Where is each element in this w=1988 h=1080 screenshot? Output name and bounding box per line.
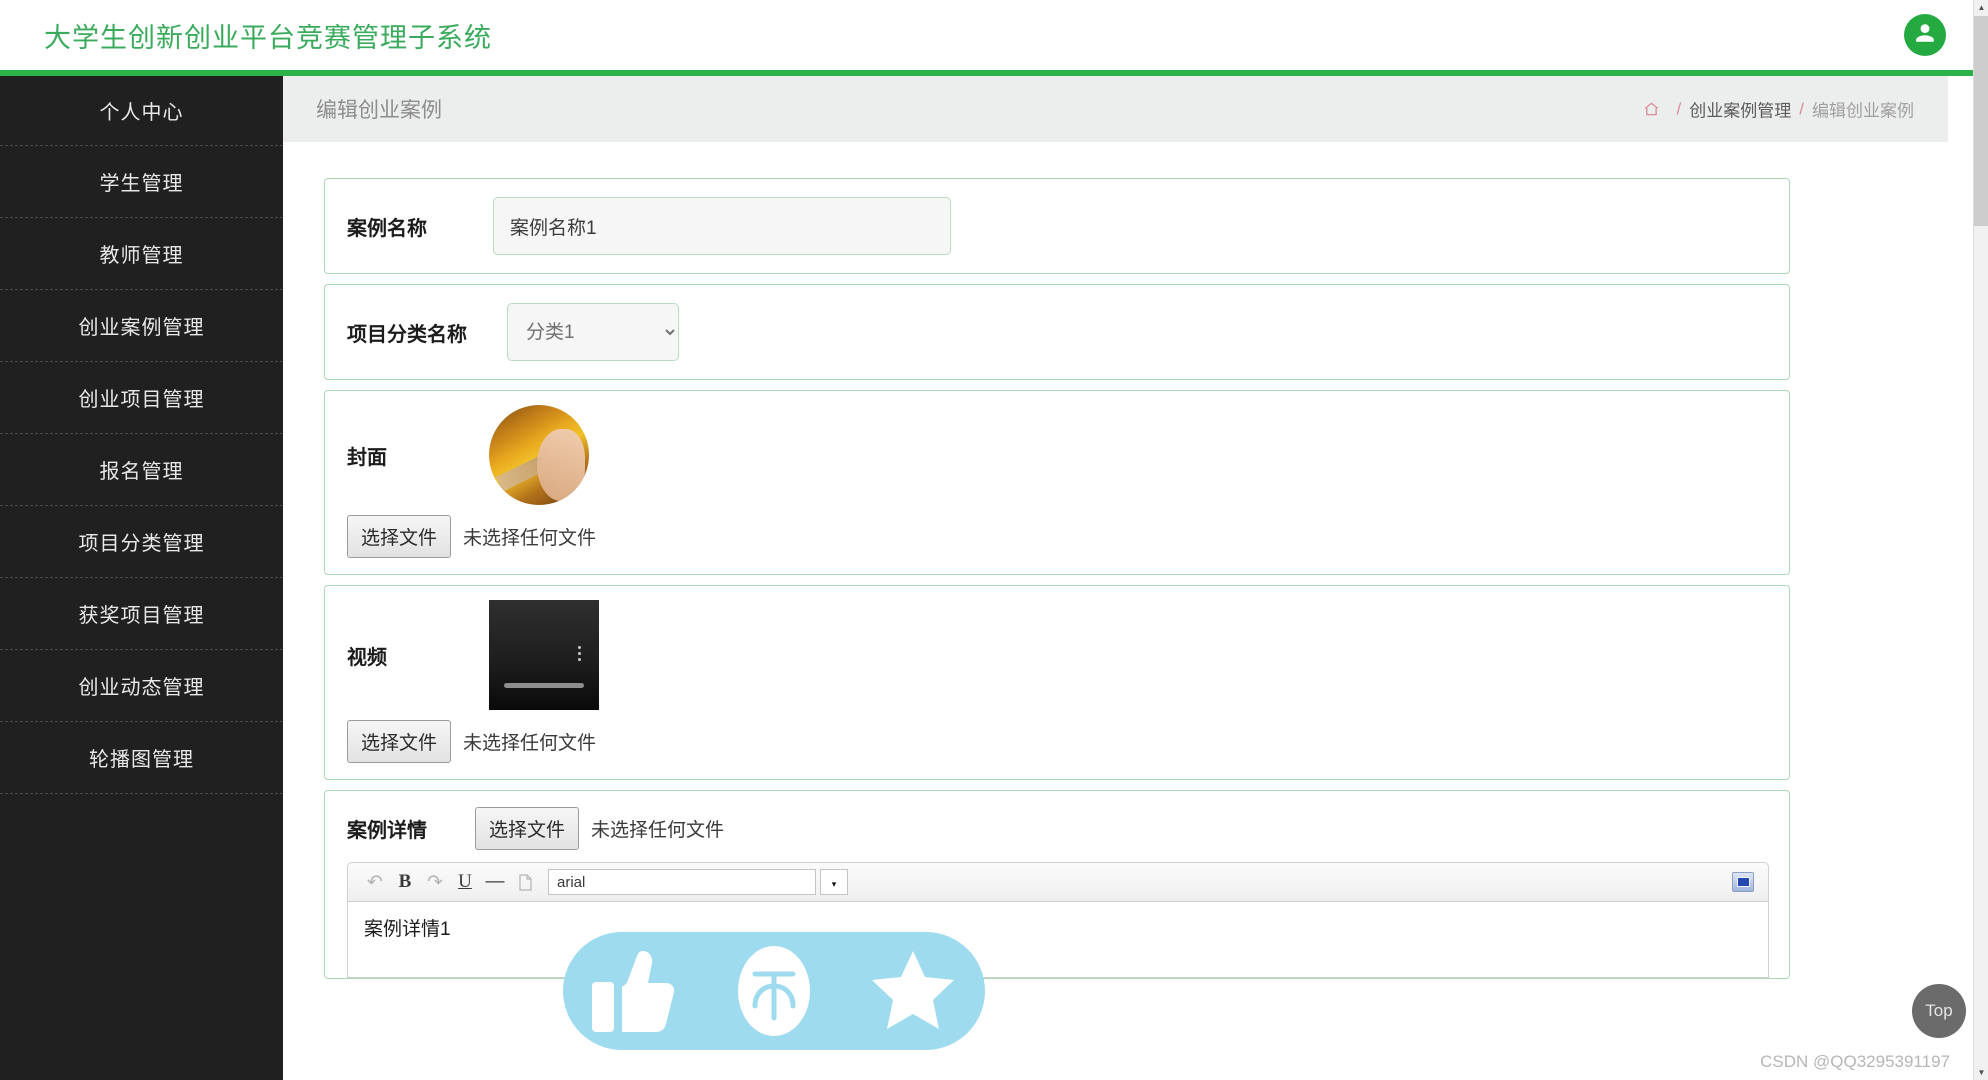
redo-icon[interactable]: ↷: [420, 868, 450, 896]
field-row-cover: 封面 选择文件 未选择任何文件: [324, 390, 1790, 575]
scrollbar-thumb[interactable]: [1974, 16, 1988, 226]
strikethrough-icon[interactable]: —: [480, 868, 510, 896]
main-content: 编辑创业案例 / 创业案例管理 / 编辑创业案例 案例名称 项目分类名称 分类1: [283, 76, 1988, 1080]
detail-choose-file-button[interactable]: 选择文件: [475, 807, 580, 850]
underline-icon[interactable]: U: [450, 868, 480, 896]
field-row-detail: 案例详情 选择文件 未选择任何文件 ↶ B ↷ U — arial ▾ 案例详情…: [324, 790, 1790, 979]
category-select[interactable]: 分类1: [507, 303, 679, 361]
breadcrumb-separator-2: /: [1799, 99, 1804, 118]
field-row-category: 项目分类名称 分类1: [324, 284, 1790, 380]
editor-toolbar: ↶ B ↷ U — arial ▾: [347, 862, 1769, 902]
star-icon[interactable]: [870, 949, 956, 1033]
editor-content[interactable]: 案例详情1: [347, 902, 1769, 978]
page-title: 编辑创业案例: [316, 99, 442, 122]
video-choose-file-button[interactable]: 选择文件: [347, 720, 452, 763]
video-label: 视频: [347, 646, 387, 669]
breadcrumb-parent[interactable]: 创业案例管理: [1689, 97, 1791, 122]
field-row-case-name: 案例名称: [324, 178, 1790, 274]
font-size-select[interactable]: ▾: [820, 869, 848, 895]
breadcrumb: / 创业案例管理 / 编辑创业案例: [1643, 97, 1914, 122]
sidebar-item-registration-management[interactable]: 报名管理: [0, 434, 283, 506]
sidebar-item-label: 报名管理: [99, 461, 184, 483]
scrollbar-up-arrow[interactable]: ▲: [1974, 0, 1988, 15]
home-icon[interactable]: [1643, 101, 1660, 118]
cover-choose-file-button[interactable]: 选择文件: [347, 515, 452, 558]
coin-reward-icon[interactable]: [736, 944, 812, 1038]
sidebar-item-carousel-management[interactable]: 轮播图管理: [0, 722, 283, 794]
avatar[interactable]: [1904, 14, 1946, 56]
app-title: 大学生创新创业平台竞赛管理子系统: [44, 22, 492, 53]
bold-icon[interactable]: B: [390, 868, 420, 896]
cover-image-thumbnail: [489, 405, 589, 505]
video-player-thumbnail[interactable]: [489, 600, 599, 710]
sidebar-item-student-management[interactable]: 学生管理: [0, 146, 283, 218]
thumbs-up-icon[interactable]: [592, 946, 678, 1036]
video-menu-icon[interactable]: [578, 646, 581, 661]
page-scrollbar[interactable]: ▲ ▼: [1973, 0, 1988, 1080]
sidebar-item-category-management[interactable]: 项目分类管理: [0, 506, 283, 578]
app-header: 大学生创新创业平台竞赛管理子系统: [0, 0, 1988, 76]
page-header-bar: 编辑创业案例 / 创业案例管理 / 编辑创业案例: [283, 76, 1948, 142]
sidebar: 个人中心 学生管理 教师管理 创业案例管理 创业项目管理 报名管理 项目分类管理…: [0, 76, 283, 1080]
sidebar-item-label: 轮播图管理: [89, 749, 194, 771]
cover-file-status: 未选择任何文件: [463, 528, 597, 549]
case-name-input[interactable]: [493, 197, 951, 255]
sidebar-item-label: 获奖项目管理: [78, 605, 205, 627]
sidebar-item-label: 学生管理: [99, 173, 184, 195]
sidebar-item-teacher-management[interactable]: 教师管理: [0, 218, 283, 290]
sidebar-item-label: 创业项目管理: [78, 389, 205, 411]
cover-label: 封面: [347, 446, 387, 469]
field-row-video: 视频 选择文件 未选择任何文件: [324, 585, 1790, 780]
case-name-label: 案例名称: [347, 217, 427, 240]
detail-label: 案例详情: [347, 820, 427, 842]
fullscreen-icon[interactable]: [1732, 872, 1754, 892]
sidebar-item-label: 项目分类管理: [78, 533, 205, 555]
edit-case-form: 案例名称 项目分类名称 分类1 封面 选择文件 未选择: [283, 142, 1988, 979]
sidebar-item-award-management[interactable]: 获奖项目管理: [0, 578, 283, 650]
detail-file-status: 未选择任何文件: [591, 820, 725, 841]
undo-icon[interactable]: ↶: [360, 868, 390, 896]
page-icon[interactable]: [510, 868, 540, 896]
csdn-watermark: CSDN @QQ3295391197: [1760, 1052, 1950, 1071]
sidebar-item-label: 创业动态管理: [78, 677, 205, 699]
font-family-select[interactable]: arial: [548, 869, 816, 895]
sidebar-item-label: 个人中心: [99, 102, 184, 124]
breadcrumb-separator-1: /: [1676, 99, 1682, 118]
user-icon: [1913, 21, 1937, 50]
sidebar-item-label: 教师管理: [99, 245, 184, 267]
video-progress-bar[interactable]: [504, 683, 584, 688]
sidebar-item-label: 创业案例管理: [78, 317, 205, 339]
sidebar-item-project-management[interactable]: 创业项目管理: [0, 362, 283, 434]
video-file-status: 未选择任何文件: [463, 733, 597, 754]
sidebar-item-news-management[interactable]: 创业动态管理: [0, 650, 283, 722]
breadcrumb-current: 编辑创业案例: [1812, 101, 1914, 121]
csdn-engagement-widget: [563, 932, 985, 1050]
sidebar-item-personal-center[interactable]: 个人中心: [0, 76, 283, 146]
scrollbar-down-arrow[interactable]: ▼: [1974, 1065, 1988, 1080]
sidebar-item-case-management[interactable]: 创业案例管理: [0, 290, 283, 362]
back-to-top-button[interactable]: Top: [1912, 984, 1966, 1038]
category-label: 项目分类名称: [347, 323, 467, 346]
